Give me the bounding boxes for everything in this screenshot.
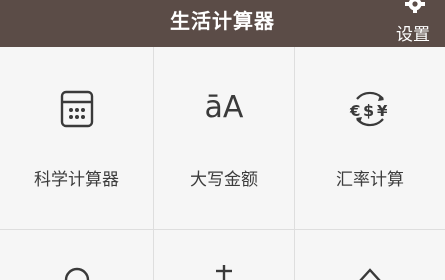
partial-icon [209, 265, 239, 280]
grid-divider [294, 47, 295, 280]
svg-text:$: $ [363, 101, 374, 120]
partial-icon [355, 266, 385, 280]
calculator-icon [60, 90, 94, 132]
page-title: 生活计算器 [170, 9, 275, 33]
tile-row2-1[interactable] [0, 230, 153, 280]
svg-text:¥: ¥ [377, 102, 388, 120]
tile-exchange-rate[interactable]: € $ ¥ 汇率计算 [295, 47, 445, 229]
settings-label: 设置 [396, 25, 430, 45]
tile-scientific-calculator[interactable]: 科学计算器 [0, 47, 153, 229]
grid-divider [0, 229, 445, 230]
svg-text:€: € [349, 102, 360, 120]
tile-uppercase-amount[interactable]: āA 大写金额 [154, 47, 294, 229]
exchange-rate-icon: € $ ¥ [347, 89, 393, 133]
tile-label: 科学计算器 [34, 170, 119, 190]
tile-label: 大写金额 [190, 170, 258, 190]
tile-label: 汇率计算 [336, 170, 404, 190]
grid-divider [153, 47, 154, 280]
tile-row2-2[interactable] [154, 230, 294, 280]
gear-icon [405, 0, 425, 14]
partial-icon [62, 264, 92, 280]
settings-button[interactable]: 设置 [381, 0, 445, 47]
header-bar: 生活计算器 设置 [0, 0, 445, 47]
tool-grid: 科学计算器 āA 大写金额 € $ ¥ 汇率计算 [0, 47, 445, 280]
app-window: 生活计算器 设置 科学计算器 āA 大写金额 € $ ¥ 汇率计算 [0, 0, 445, 280]
tile-row2-3[interactable] [295, 230, 445, 280]
uppercase-amount-icon: āA [204, 90, 244, 125]
